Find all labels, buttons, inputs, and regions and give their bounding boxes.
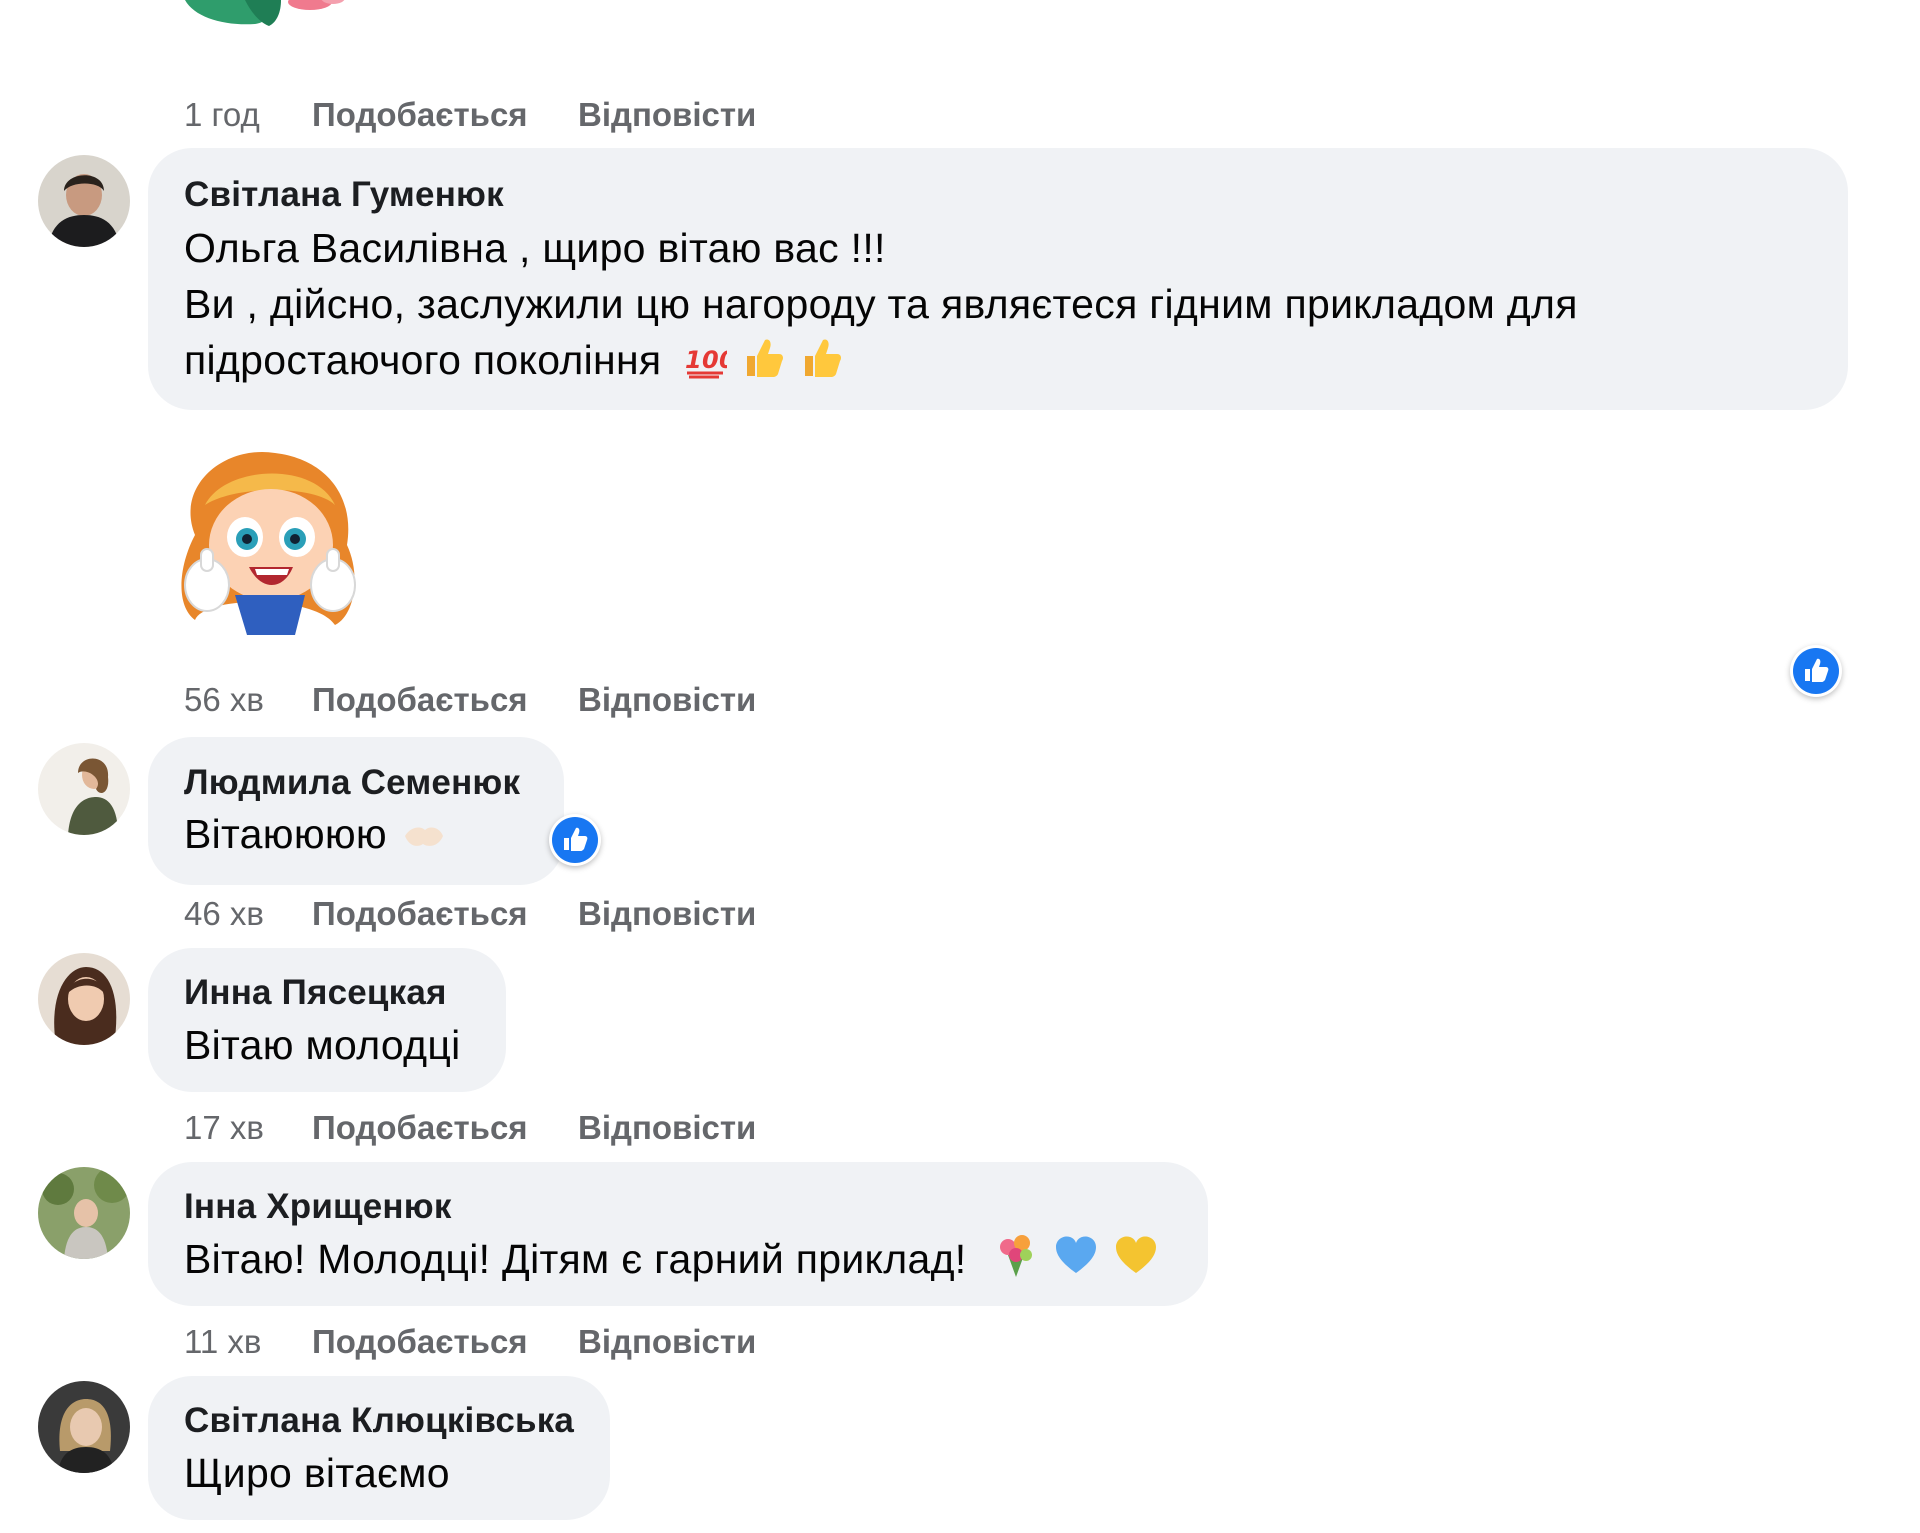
comment-time[interactable]: 11 хв xyxy=(184,1323,261,1361)
comment-text: Вітаю! Молодці! Дітям є гарний приклад! xyxy=(184,1236,967,1282)
yellow-heart-icon xyxy=(1112,1231,1160,1294)
like-button[interactable]: Подобається xyxy=(312,681,528,719)
comment-time[interactable]: 46 хв xyxy=(184,895,264,933)
comment-author[interactable]: Світлана Гуменюк xyxy=(184,175,504,215)
like-reaction-badge[interactable] xyxy=(549,814,601,866)
avatar[interactable] xyxy=(38,953,130,1045)
hundred-points-icon: 100 xyxy=(683,338,736,395)
comment-author[interactable]: Инна Пясецкая xyxy=(184,973,447,1013)
avatar[interactable] xyxy=(38,155,130,247)
comment-text-line: Ви , дійсно, заслужили цю нагороду та яв… xyxy=(184,281,1578,327)
bouquet-icon xyxy=(992,1231,1040,1294)
girl-thumbs-up-sticker[interactable] xyxy=(165,445,375,640)
thumbs-up-icon xyxy=(739,334,785,395)
comment-text-line: Вітаю! Молодці! Дітям є гарний приклад! xyxy=(184,1231,1160,1294)
like-button[interactable]: Подобається xyxy=(312,1323,528,1361)
thumbs-up-icon xyxy=(797,334,843,395)
like-button[interactable]: Подобається xyxy=(312,1109,528,1147)
like-button[interactable]: Подобається xyxy=(312,895,528,933)
comment-text: Вітаюююю xyxy=(184,811,387,857)
sticker-fragment xyxy=(185,0,350,32)
reply-button[interactable]: Відповісти xyxy=(578,1323,756,1361)
avatar[interactable] xyxy=(38,1167,130,1259)
comment-time[interactable]: 17 хв xyxy=(184,1109,264,1147)
blue-heart-icon xyxy=(1052,1231,1100,1294)
comment-author[interactable]: Інна Хрищенюк xyxy=(184,1187,452,1227)
comment-author[interactable]: Людмила Семенюк xyxy=(184,763,520,803)
like-reaction-badge[interactable] xyxy=(1790,645,1842,697)
comment-text: підростаючого покоління xyxy=(184,337,662,383)
comment-text-line: підростаючого покоління 100 xyxy=(184,332,843,395)
reply-button[interactable]: Відповісти xyxy=(578,895,756,933)
reply-button[interactable]: Відповісти xyxy=(578,96,756,134)
comment-text-line: Ольга Василівна , щиро вітаю вас !!! xyxy=(184,225,886,271)
handshake-icon xyxy=(403,812,445,869)
like-button[interactable]: Подобається xyxy=(312,96,528,134)
comment-time[interactable]: 1 год xyxy=(184,96,260,134)
avatar[interactable] xyxy=(38,743,130,835)
reply-button[interactable]: Відповісти xyxy=(578,681,756,719)
avatar[interactable] xyxy=(38,1381,130,1473)
comment-time[interactable]: 56 хв xyxy=(184,681,264,719)
svg-text:100: 100 xyxy=(685,346,727,374)
comment-text: Вітаю молодці xyxy=(184,1022,461,1068)
comment-text: Щиро вітаємо xyxy=(184,1450,450,1496)
comment-text-line: Вітаюююю xyxy=(184,806,445,869)
reply-button[interactable]: Відповісти xyxy=(578,1109,756,1147)
comment-author[interactable]: Світлана Клюцківська xyxy=(184,1401,574,1441)
